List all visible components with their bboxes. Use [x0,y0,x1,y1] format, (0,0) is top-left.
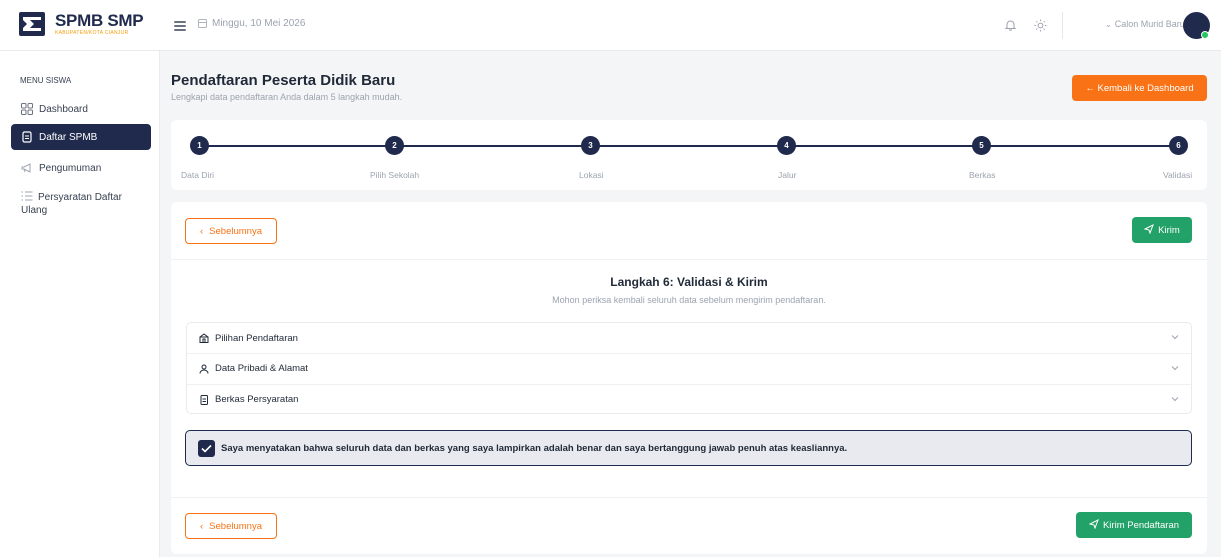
notification-bell-icon[interactable] [1004,19,1017,31]
user-menu[interactable]: ⌄ Calon Murid Baru [1105,19,1185,29]
previous-button-label: Sebelumnya [209,520,262,532]
calendar-icon [198,19,207,28]
sidebar-item-label: Persyaratan Daftar Ulang [21,192,122,216]
step-2-indicator[interactable]: 2 [385,136,404,155]
back-to-dashboard-button[interactable]: ← Kembali ke Dashboard [1072,75,1207,101]
step-1-label: Data Diri [181,170,215,180]
sidebar-item-label: Dashboard [39,103,88,115]
send-icon [1143,223,1155,237]
app-logo[interactable]: SPMB SMP KABUPATEN/KOTA CIANJUR [18,10,144,38]
submit-registration-button[interactable]: Kirim Pendaftaran [1076,512,1192,538]
agreement-box[interactable]: Saya menyatakan bahwa seluruh data dan b… [185,430,1192,466]
review-accordion: Pilihan Pendaftaran Data Pribadi & Alama… [186,322,1192,414]
step-3-label: Lokasi [579,170,604,180]
date-text: Minggu, 10 Mei 2026 [212,18,306,29]
send-button-top[interactable]: Kirim [1132,217,1192,243]
sidebar-item-persyaratan[interactable]: Persyaratan Daftar Ulang [21,191,141,217]
sidebar-item-label: Daftar SPMB [39,131,98,143]
top-bar: SPMB SMP KABUPATEN/KOTA CIANJUR Minggu, … [0,0,1221,51]
sidebar-item-pengumuman[interactable]: Pengumuman [11,155,151,181]
step-6-label: Validasi [1163,170,1193,180]
previous-button-bottom[interactable]: ‹ Sebelumnya [185,513,277,539]
send-button-label: Kirim [1158,224,1180,236]
step-2-label: Pilih Sekolah [370,170,420,180]
chevron-down-icon: ⌄ [1105,19,1112,29]
logo-icon [18,10,46,38]
file-icon [199,394,209,405]
divider [171,259,1207,260]
online-status-dot [1201,31,1209,39]
document-icon [21,131,33,143]
chevron-left-icon: ‹ [200,225,204,237]
menu-toggle-icon[interactable] [174,21,186,31]
app-subtitle: KABUPATEN/KOTA CIANJUR [55,30,129,36]
chevron-down-icon [1171,333,1179,341]
app-title: SPMB SMP [55,11,144,30]
agreement-text: Saya menyatakan bahwa seluruh data dan b… [221,442,848,454]
page-title: Pendaftaran Peserta Didik Baru [171,72,396,89]
chevron-down-icon [1171,364,1179,372]
chevron-left-icon: ‹ [200,520,204,532]
step-5-indicator[interactable]: 5 [972,136,991,155]
sidebar-item-dashboard[interactable]: Dashboard [11,96,151,122]
chevron-down-icon [1171,395,1179,403]
previous-button-label: Sebelumnya [209,225,262,237]
list-check-icon [21,191,33,201]
page-subtitle: Lengkapi data pendaftaran Anda dalam 5 l… [171,92,403,102]
school-icon [199,333,209,343]
current-date: Minggu, 10 Mei 2026 [198,18,305,29]
step-5-label: Berkas [969,170,996,180]
megaphone-icon [21,162,33,174]
send-icon [1088,518,1099,532]
theme-toggle-icon[interactable] [1034,19,1047,32]
step-description: Mohon periksa kembali seluruh data sebel… [552,295,826,305]
sidebar: MENU SISWA Dashboard Daftar SPMB Pengumu… [0,51,160,557]
submit-button-label: Kirim Pendaftaran [1102,519,1180,531]
header-divider [1062,12,1063,39]
accordion-item-label: Data Pribadi & Alamat [215,363,308,374]
accordion-item-label: Pilihan Pendaftaran [215,332,298,344]
step-4-label: Jalur [778,170,797,180]
agreement-checkbox[interactable] [198,439,215,457]
user-icon [199,364,209,374]
accordion-item-pilihan-pendaftaran[interactable]: Pilihan Pendaftaran [187,323,1191,353]
accordion-item-berkas-persyaratan[interactable]: Berkas Persyaratan [187,384,1191,414]
accordion-item-label: Berkas Persyaratan [215,394,299,405]
sidebar-item-daftar-spmb[interactable]: Daftar SPMB [11,124,151,150]
step-3-indicator[interactable]: 3 [581,136,600,155]
stepper-card [171,120,1207,190]
step-6-indicator[interactable]: 6 [1169,136,1188,155]
checkmark-icon [201,444,212,453]
sidebar-section-label: MENU SISWA [20,76,72,85]
grid-icon [21,103,33,115]
step-title: Langkah 6: Validasi & Kirim [610,275,768,289]
user-name: Calon Murid Baru [1114,19,1185,29]
step-1-indicator[interactable]: 1 [190,136,209,155]
previous-button-top[interactable]: ‹ Sebelumnya [185,218,277,244]
divider [171,497,1207,498]
sidebar-item-label: Pengumuman [39,162,102,174]
accordion-item-data-pribadi[interactable]: Data Pribadi & Alamat [187,353,1191,383]
stepper-line [199,145,1179,147]
step-4-indicator[interactable]: 4 [777,136,796,155]
